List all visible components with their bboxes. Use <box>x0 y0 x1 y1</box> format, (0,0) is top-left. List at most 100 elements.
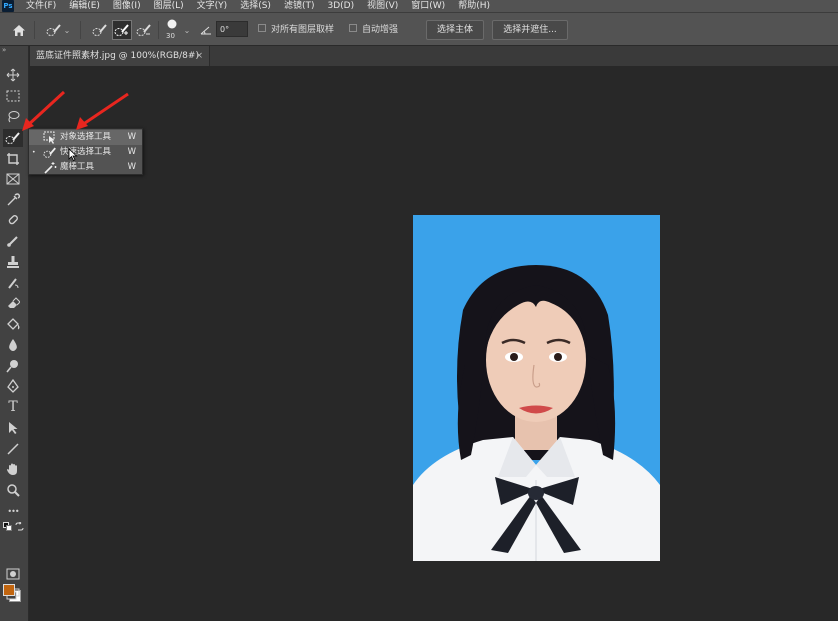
swap-colors-icon[interactable] <box>12 520 26 532</box>
red-arrow-icon <box>76 92 129 130</box>
paint-bucket-tool[interactable] <box>3 315 23 333</box>
brush-new-icon <box>92 24 107 36</box>
crop-icon <box>7 153 19 165</box>
menu-window[interactable]: 窗口(W) <box>411 0 445 12</box>
history-brush-tool[interactable] <box>3 274 23 292</box>
quick-selection-icon <box>43 147 56 158</box>
eyedropper-tool[interactable] <box>3 191 23 209</box>
select-and-mask-button[interactable]: 选择并遮住... <box>492 20 568 40</box>
active-tool-bullet: • <box>32 149 36 156</box>
magnifier-icon <box>7 484 20 497</box>
foreground-color-swatch[interactable] <box>3 584 15 596</box>
menu-edit[interactable]: 编辑(E) <box>69 0 100 12</box>
menu-file[interactable]: 文件(F) <box>26 0 56 12</box>
flyout-shortcut: W <box>127 162 136 172</box>
blur-tool[interactable] <box>3 336 23 354</box>
menu-type[interactable]: 文字(Y) <box>197 0 228 12</box>
add-to-selection-button[interactable] <box>112 20 132 40</box>
flyout-item-object-selection[interactable]: 对象选择工具 W <box>29 130 142 145</box>
menu-filter[interactable]: 滤镜(T) <box>284 0 315 12</box>
type-tool[interactable]: T <box>3 398 23 416</box>
brush-add-icon <box>114 24 129 36</box>
collapse-panel-icon[interactable]: » <box>2 46 6 54</box>
preset-chevron-down-icon[interactable]: ⌄ <box>63 20 71 40</box>
object-selection-icon <box>43 131 55 144</box>
brush-size-preview[interactable] <box>165 17 179 31</box>
subtract-from-selection-button[interactable] <box>134 20 154 40</box>
marquee-tool[interactable] <box>3 87 23 105</box>
paint-bucket-icon <box>7 318 20 330</box>
quick-selection-icon <box>5 132 20 144</box>
flyout-label: 魔棒工具 <box>60 162 95 172</box>
history-brush-icon <box>8 278 19 289</box>
quick-selection-tool[interactable] <box>3 129 23 147</box>
crop-tool[interactable] <box>3 150 23 168</box>
flyout-item-quick-selection[interactable]: • 快速选择工具 W <box>29 145 142 160</box>
options-divider <box>158 21 159 39</box>
document-tab[interactable]: 蓝底证件照素材.jpg @ 100%(RGB/8#) × <box>30 46 210 66</box>
sample-all-layers-checkbox[interactable] <box>258 24 266 32</box>
menu-3d[interactable]: 3D(D) <box>327 0 354 12</box>
auto-enhance-checkbox[interactable] <box>349 24 357 32</box>
flyout-shortcut: W <box>127 132 136 142</box>
zoom-tool[interactable] <box>3 481 23 499</box>
lasso-tool[interactable] <box>3 108 23 126</box>
dodge-tool[interactable] <box>3 357 23 375</box>
brush-tool[interactable] <box>3 232 23 250</box>
healing-brush-tool[interactable] <box>3 211 23 229</box>
eyedropper-icon <box>7 193 20 206</box>
angle-icon <box>199 20 213 40</box>
line-tool[interactable] <box>3 440 23 458</box>
menu-help[interactable]: 帮助(H) <box>458 0 490 12</box>
brush-size-value: 30 <box>166 32 175 40</box>
flyout-label: 对象选择工具 <box>60 132 112 142</box>
angle-input[interactable]: 0° <box>216 21 248 37</box>
path-selection-tool[interactable] <box>3 419 23 437</box>
document-tab-title: 蓝底证件照素材.jpg @ 100%(RGB/8#) <box>36 51 199 61</box>
quick-selection-brush-icon <box>46 24 61 36</box>
pen-tool[interactable] <box>3 377 23 395</box>
brush-subtract-icon <box>136 24 151 36</box>
options-divider <box>80 21 81 39</box>
hand-icon <box>7 463 17 475</box>
options-divider <box>34 21 35 39</box>
sample-all-layers-label: 对所有图层取样 <box>271 25 335 35</box>
move-tool[interactable] <box>3 66 23 84</box>
options-bar: ⌄ 30 ⌄ 0° 对所有图层取样 自动增强 选择主体 选择并遮住... <box>0 12 838 46</box>
menu-bar: Ps 文件(F) 编辑(E) 图像(I) 图层(L) 文字(Y) 选择(S) 滤… <box>0 0 838 12</box>
mouse-cursor-icon <box>68 148 78 162</box>
brush-icon <box>7 236 18 247</box>
quick-mask-mode-button[interactable] <box>3 565 23 583</box>
clone-stamp-tool[interactable] <box>3 253 23 271</box>
photoshop-logo-icon[interactable]: Ps <box>2 0 14 12</box>
bandage-icon <box>8 215 18 225</box>
frame-tool[interactable] <box>3 170 23 188</box>
menu-image[interactable]: 图像(I) <box>113 0 141 12</box>
flyout-shortcut: W <box>127 147 136 157</box>
menu-view[interactable]: 视图(V) <box>367 0 398 12</box>
stamp-icon <box>7 256 19 268</box>
home-icon <box>13 24 25 36</box>
magic-wand-icon <box>44 162 57 174</box>
tool-preset-picker[interactable] <box>44 20 64 40</box>
eraser-tool[interactable] <box>3 294 23 312</box>
home-button[interactable] <box>8 20 30 40</box>
lasso-icon <box>8 111 20 123</box>
edit-toolbar-more-icon[interactable]: ••• <box>3 502 23 520</box>
menu-select[interactable]: 选择(S) <box>240 0 271 12</box>
frame-icon <box>6 173 20 185</box>
move-icon <box>6 68 20 82</box>
flyout-item-magic-wand[interactable]: 魔棒工具 W <box>29 160 142 175</box>
close-tab-icon[interactable]: × <box>195 46 203 66</box>
new-selection-button[interactable] <box>90 20 110 40</box>
menu-layer[interactable]: 图层(L) <box>154 0 184 12</box>
brush-picker-chevron-down-icon[interactable]: ⌄ <box>183 20 191 40</box>
pen-icon <box>7 379 19 393</box>
hand-tool[interactable] <box>3 460 23 478</box>
water-drop-icon <box>9 339 17 351</box>
selection-tools-flyout: 对象选择工具 W • 快速选择工具 W 魔棒工具 W <box>28 128 143 175</box>
canvas-image[interactable] <box>413 215 660 561</box>
dodge-icon <box>6 360 18 373</box>
document-tab-bar: 蓝底证件照素材.jpg @ 100%(RGB/8#) × <box>30 46 838 66</box>
select-subject-button[interactable]: 选择主体 <box>426 20 484 40</box>
